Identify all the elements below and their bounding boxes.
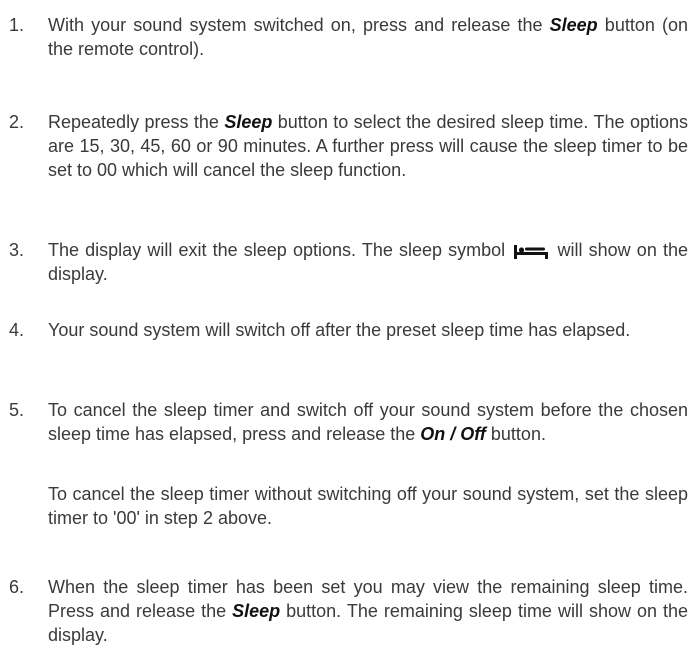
step-text: Your sound system will switch off after … — [48, 320, 631, 340]
step-text: Repeatedly press the Sleep button to sel… — [48, 112, 688, 180]
step-text: With your sound system switched on, pres… — [48, 15, 689, 59]
step-number: 1. — [9, 15, 25, 35]
step-number: 3. — [9, 240, 25, 260]
step-text: To cancel the sleep timer and switch off… — [48, 400, 688, 444]
step-number: 6. — [9, 577, 25, 597]
step-text: The display will exit the sleep options.… — [48, 240, 688, 284]
step-number: 2. — [9, 112, 25, 132]
step-number: 4. — [9, 320, 25, 340]
sleep-keyword: Sleep — [549, 15, 598, 35]
step-number: 5. — [9, 400, 25, 420]
step-text: When the sleep timer has been set you ma… — [48, 577, 689, 645]
bed-icon — [514, 245, 549, 260]
on-off-keyword: On / Off — [420, 424, 486, 444]
sleep-keyword: Sleep — [224, 112, 273, 132]
step-note: To cancel the sleep timer without switch… — [48, 484, 688, 528]
sleep-keyword: Sleep — [232, 601, 281, 621]
